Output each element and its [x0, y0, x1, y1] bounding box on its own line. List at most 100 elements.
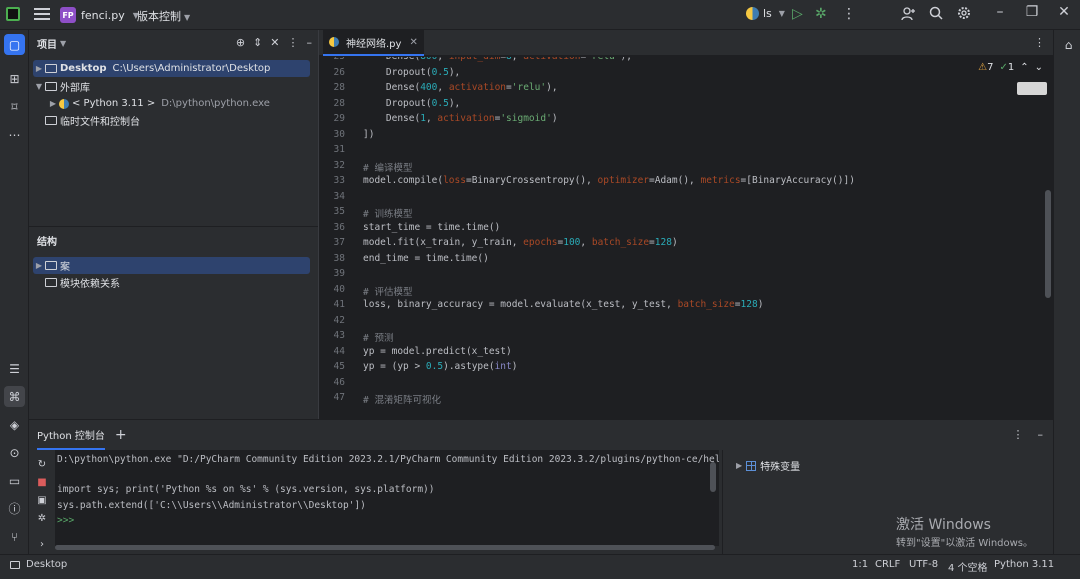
status-path[interactable]: Desktop [10, 559, 67, 570]
python-console-icon[interactable]: ⌘ [4, 386, 25, 407]
special-variables-node[interactable]: ▶ 特殊变量 [733, 458, 800, 473]
todo-icon[interactable]: ☰ [4, 358, 25, 379]
code-line[interactable]: 28 Dropout(0.5), [319, 98, 1039, 113]
code-line[interactable]: 41 loss, binary_accuracy = model.evaluate… [319, 299, 1039, 314]
expand-all-icon[interactable]: ⇕ [253, 36, 262, 49]
file-encoding[interactable]: UTF-8 [909, 559, 938, 570]
rerun-icon[interactable]: ↻ [36, 458, 48, 470]
code-line[interactable]: 35 # 训练模型 [319, 206, 1039, 221]
project-tool-icon[interactable]: ▢ [4, 34, 25, 55]
library-icon [45, 82, 57, 91]
tree-item-desktop[interactable]: ▶ Desktop C:\Users\Administrator\Desktop [33, 60, 310, 77]
code-line[interactable]: 37 model.fit(x_train, y_train, epochs=100… [319, 237, 1039, 252]
services-icon[interactable]: ⊙ [4, 442, 25, 463]
run-icon[interactable]: ▷ [792, 6, 803, 22]
hide-panel-icon[interactable]: – [307, 36, 313, 49]
line-separator[interactable]: CRLF [875, 559, 900, 570]
code-line[interactable]: 31 [319, 144, 1039, 159]
bookmarks-icon[interactable]: ⌑ [4, 96, 25, 117]
app-logo[interactable] [6, 7, 20, 21]
code-area[interactable]: 25 Dense(800, input_dim=8, activation='r… [319, 57, 1054, 419]
structure-panel: 结构 ▶ 案 模块依赖关系 [29, 226, 318, 419]
console-horizontal-scrollbar[interactable] [55, 545, 715, 550]
structure-tool-icon[interactable]: ⊞ [4, 68, 25, 89]
code-line[interactable]: 28 Dense(400, activation='relu'), [319, 82, 1039, 97]
structure-item-root[interactable]: ▶ 案 [33, 257, 310, 274]
run-config-label: ls [763, 7, 772, 20]
chevron-down-icon[interactable]: ⌄ [1035, 62, 1043, 73]
main-menu-icon[interactable] [34, 6, 50, 22]
add-user-icon[interactable] [900, 6, 916, 22]
code-text: Dense(1, activation='sigmoid') [363, 113, 558, 124]
gear-icon[interactable] [956, 5, 972, 21]
code-line[interactable]: 40 # 评估模型 [319, 284, 1039, 299]
code-line[interactable]: 44 yp = model.predict(x_test) [319, 346, 1039, 361]
close-icon[interactable]: ✕ [1054, 4, 1074, 20]
chevron-up-icon[interactable]: ⌃ [1020, 62, 1028, 73]
python-packages-icon[interactable]: ◈ [4, 414, 25, 435]
notifications-icon[interactable]: ⌂ [1058, 34, 1079, 55]
maximize-icon[interactable]: ❐ [1022, 4, 1042, 20]
locate-icon[interactable]: ⊕ [236, 36, 245, 49]
chevron-right-icon[interactable]: › [36, 538, 48, 550]
editor-tab-bar: 神经网络.py ✕ ⋮ [319, 30, 1053, 56]
editor-tab[interactable]: 神经网络.py ✕ [323, 30, 424, 56]
problems-icon[interactable]: ⓘ [4, 498, 25, 519]
folder-icon [45, 64, 57, 73]
code-line[interactable]: 30]) [319, 129, 1039, 144]
stop-icon[interactable]: ■ [36, 476, 48, 488]
minimize-icon[interactable]: – [990, 4, 1010, 20]
code-line[interactable]: 38 end_time = time.time() [319, 253, 1039, 268]
code-line[interactable]: 36 start_time = time.time() [319, 222, 1039, 237]
caret-position[interactable]: 1:1 [852, 559, 868, 570]
code-line[interactable]: 33 model.compile(loss=BinaryCrossentropy(… [319, 175, 1039, 190]
more-options-icon[interactable]: ⋮ [1013, 428, 1024, 441]
inspections-widget[interactable]: ⚠7 ✓1 ⌃ ⌄ [978, 62, 1043, 73]
console-tab[interactable]: Python 控制台 [37, 421, 105, 450]
editor-scrollbar[interactable] [1045, 190, 1051, 298]
dependency-icon [45, 278, 57, 287]
code-line[interactable]: 45 yp = (yp > 0.5).astype(int) [319, 361, 1039, 376]
line-number: 45 [333, 361, 345, 372]
console-prompt[interactable]: >>> [57, 515, 74, 526]
git-icon[interactable]: ⑂ [4, 526, 25, 547]
debug-icon[interactable]: ✲ [815, 6, 827, 22]
indent-setting[interactable]: 4 个空格 [948, 559, 988, 574]
debug-console-icon[interactable]: ✲ [36, 512, 48, 524]
code-line[interactable]: 34 [319, 191, 1039, 206]
console-output[interactable]: D:\python\python.exe "D:/PyCharm Communi… [55, 450, 719, 546]
hide-panel-icon[interactable]: – [1038, 428, 1044, 441]
code-line[interactable]: 43 # 预测 [319, 330, 1039, 345]
code-line[interactable]: 25 Dense(800, input_dim=8, activation='r… [319, 57, 1039, 66]
tree-item-external-libs[interactable]: ▼ 外部库 [33, 78, 90, 95]
line-number: 25 [319, 57, 349, 66]
code-line[interactable]: 47 # 混淆矩阵可视化 [319, 392, 1039, 407]
more-actions-icon[interactable]: ⋮ [842, 6, 856, 22]
project-switcher[interactable]: FP fenci.py ▼ [60, 5, 139, 25]
new-console-icon[interactable]: ▣ [36, 494, 48, 506]
code-line[interactable]: 26 Dropout(0.5), [319, 67, 1039, 82]
code-line[interactable]: 39 [319, 268, 1039, 283]
code-line[interactable]: 46 [319, 377, 1039, 392]
collapse-all-icon[interactable]: ✕ [270, 36, 279, 49]
code-line[interactable]: 32 # 编译模型 [319, 160, 1039, 175]
more-options-icon[interactable]: ⋮ [288, 36, 299, 49]
tree-item-python-sdk[interactable]: ▶ < Python 3.11 > D:\python\python.exe [47, 95, 270, 112]
more-tabs-icon[interactable]: ⋮ [1034, 36, 1045, 49]
code-line[interactable]: 42 [319, 315, 1039, 330]
close-tab-icon[interactable]: ✕ [409, 37, 417, 48]
vcs-switcher[interactable]: 版本控制 ▼ [137, 8, 190, 24]
interpreter-selector[interactable]: Python 3.11 [994, 559, 1054, 570]
run-config-selector[interactable]: ls ▼ [746, 7, 785, 20]
search-icon[interactable] [928, 5, 944, 21]
more-tools-icon[interactable]: ⋯ [4, 124, 25, 145]
structure-item-deps[interactable]: 模块依赖关系 [45, 274, 120, 291]
add-console-icon[interactable]: + [115, 427, 127, 443]
console-vertical-scrollbar[interactable] [710, 462, 716, 492]
line-number: 41 [333, 299, 345, 310]
reader-mode-badge[interactable] [1017, 82, 1047, 95]
code-line[interactable]: 29 Dense(1, activation='sigmoid') [319, 113, 1039, 128]
terminal-icon[interactable]: ▭ [4, 470, 25, 491]
tree-item-scratches[interactable]: 临时文件和控制台 [45, 112, 140, 129]
